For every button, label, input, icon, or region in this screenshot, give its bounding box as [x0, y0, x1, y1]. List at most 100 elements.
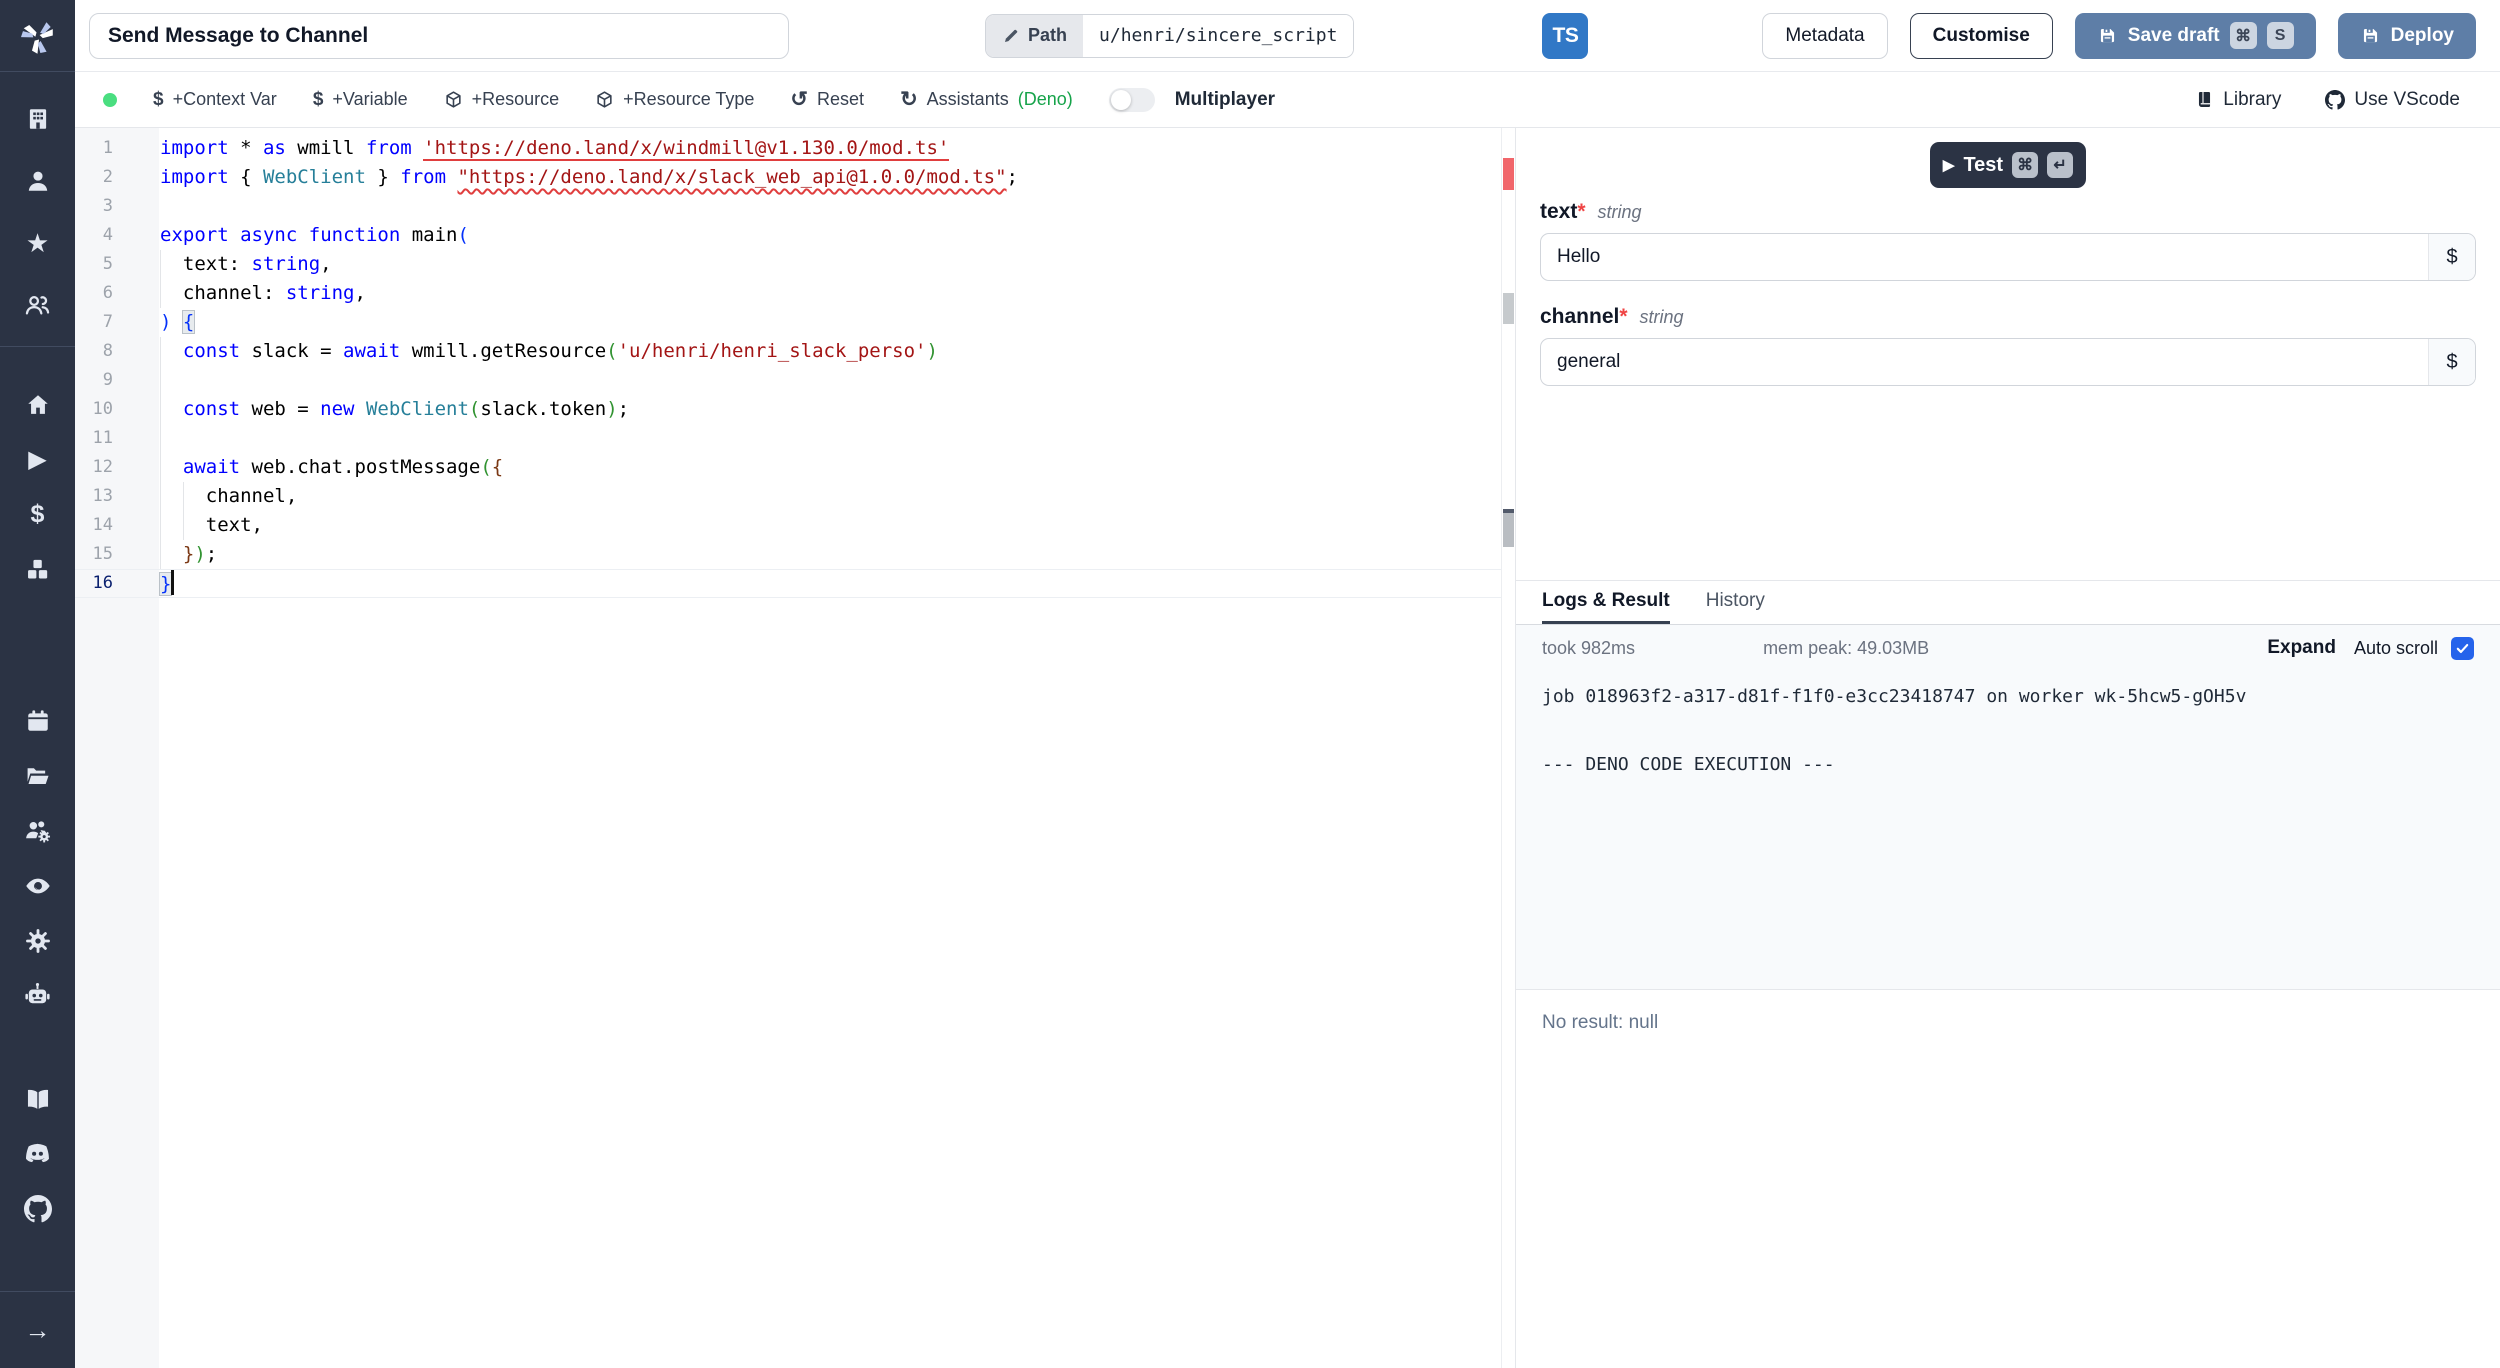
line-number: 6	[102, 283, 113, 303]
metadata-button[interactable]: Metadata	[1762, 12, 1888, 59]
sidebar-item-discord[interactable]	[0, 1126, 75, 1181]
code-line-16[interactable]: 16}	[75, 569, 1515, 598]
building-icon	[29, 109, 46, 129]
dollar-icon: $	[153, 88, 164, 110]
code-line-3[interactable]: 3	[75, 192, 1515, 221]
tab-logs-result[interactable]: Logs & Result	[1542, 581, 1670, 624]
add-variable-button[interactable]: $ +Variable	[313, 89, 408, 111]
code-line-10[interactable]: 10 const web = new WebClient(slack.token…	[75, 395, 1515, 424]
sidebar-item-folders[interactable]	[0, 748, 75, 803]
line-number: 1	[102, 138, 113, 158]
code-line-13[interactable]: 13 channel,	[75, 482, 1515, 511]
library-button[interactable]: Library	[2195, 89, 2281, 111]
reset-button[interactable]: ↺ Reset	[790, 87, 864, 112]
add-resource-label: +Resource	[471, 89, 560, 109]
sidebar-item-workspace[interactable]	[0, 88, 75, 150]
code-line-12[interactable]: 12 await web.chat.postMessage({	[75, 453, 1515, 482]
sidebar-item-workers[interactable]	[0, 803, 75, 858]
windmill-logo-icon	[20, 21, 53, 54]
sidebar-item-user[interactable]	[0, 150, 75, 212]
channel-field[interactable]	[1541, 339, 2428, 385]
autoscroll-checkbox[interactable]	[2451, 636, 2474, 660]
sidebar-item-audit-logs[interactable]	[0, 858, 75, 913]
check-icon	[2456, 643, 2469, 653]
code-editor[interactable]: 1 import * as wmill from 'https://deno.la…	[75, 128, 1515, 1368]
topbar: Path u/henri/sincere_script TS Metadata …	[75, 0, 2500, 72]
library-book-icon	[2199, 91, 2211, 108]
multiplayer-toggle[interactable]	[1108, 87, 1155, 112]
code-line-5[interactable]: 5 text: string,	[75, 250, 1515, 279]
code-line-1[interactable]: 1 import * as wmill from 'https://deno.la…	[75, 134, 1515, 163]
sidebar-group-main: ▶ $	[0, 377, 75, 597]
code-line-8[interactable]: 8 const slack = await wmill.getResource(…	[75, 337, 1515, 366]
sidebar: ★ ▶ $ →	[0, 0, 75, 1368]
code-line-7[interactable]: 7) {	[75, 308, 1515, 337]
add-context-var-button[interactable]: $ +Context Var	[153, 89, 277, 111]
sidebar-collapse[interactable]: →	[0, 1291, 75, 1368]
channel-var-picker-button[interactable]: $	[2428, 339, 2475, 385]
sidebar-item-assistants[interactable]	[0, 968, 75, 1023]
save-icon	[2363, 28, 2377, 43]
line-number: 11	[92, 428, 113, 448]
customise-button[interactable]: Customise	[1909, 12, 2053, 59]
log-output: job 018963f2-a317-d81f-f1f0-e3cc23418747…	[1516, 671, 2500, 989]
sidebar-item-settings[interactable]	[0, 913, 75, 968]
deploy-button[interactable]: Deploy	[2337, 12, 2476, 59]
line-number: 12	[92, 457, 113, 477]
test-button[interactable]: ▶ Test ⌘ ↵	[1929, 142, 2087, 188]
sidebar-item-runs[interactable]: ▶	[0, 432, 75, 487]
use-vscode-button[interactable]: Use VScode	[2325, 89, 2460, 111]
line-number: 2	[102, 167, 113, 187]
assistants-button[interactable]: ↻ Assistants (Deno)	[900, 87, 1073, 112]
line-number: 14	[92, 515, 113, 535]
folder-icon	[27, 768, 49, 784]
book-icon	[27, 1089, 48, 1109]
code-line-14[interactable]: 14 text,	[75, 511, 1515, 540]
windmill-logo[interactable]	[0, 0, 75, 72]
sidebar-item-favorites[interactable]: ★	[0, 212, 75, 274]
code-line-9[interactable]: 9	[75, 366, 1515, 395]
add-resource-type-button[interactable]: +Resource Type	[595, 89, 754, 110]
text-cursor	[171, 570, 174, 595]
text-var-picker-button[interactable]: $	[2428, 234, 2475, 280]
field-label-channel: channel * string	[1540, 305, 2476, 329]
logs-statsbar: took 982ms mem peak: 49.03MB Expand Auto…	[1516, 625, 2500, 671]
main-area: Path u/henri/sincere_script TS Metadata …	[75, 0, 2500, 1368]
script-title-input[interactable]	[89, 12, 789, 59]
code-area[interactable]: 1 import * as wmill from 'https://deno.la…	[75, 128, 1515, 598]
code-line-15[interactable]: 15 });	[75, 540, 1515, 569]
code-line-2[interactable]: 2 import { WebClient } from "https://deno…	[75, 163, 1515, 192]
path-value[interactable]: u/henri/sincere_script	[1083, 14, 1354, 57]
code-line-4[interactable]: 4 export async function main(	[75, 221, 1515, 250]
text-field[interactable]	[1541, 234, 2428, 280]
add-resource-button[interactable]: +Resource	[444, 89, 560, 110]
s-key-badge: S	[2266, 22, 2294, 49]
calendar-icon	[27, 709, 48, 731]
code-line-11[interactable]: 11	[75, 424, 1515, 453]
tab-history[interactable]: History	[1706, 581, 1765, 624]
sidebar-item-resources[interactable]	[0, 542, 75, 597]
test-label: Test	[1963, 153, 2004, 176]
code-line-6[interactable]: 6 channel: string,	[75, 279, 1515, 308]
save-draft-button[interactable]: Save draft ⌘ S	[2074, 12, 2316, 59]
scrollbar-thumb[interactable]	[1503, 293, 1514, 324]
expand-button[interactable]: Expand	[2267, 637, 2336, 659]
use-vscode-label: Use VScode	[2354, 88, 2460, 110]
editor-scrollbar[interactable]	[1501, 128, 1515, 1368]
eye-icon	[25, 878, 50, 893]
cmd-key-badge: ⌘	[2012, 152, 2039, 178]
sidebar-item-home[interactable]	[0, 377, 75, 432]
error-marker	[1503, 158, 1514, 190]
sidebar-item-docs[interactable]	[0, 1071, 75, 1126]
sidebar-item-github[interactable]	[0, 1181, 75, 1236]
sidebar-item-schedules[interactable]	[0, 693, 75, 748]
sidebar-item-variables[interactable]: $	[0, 487, 75, 542]
path-field[interactable]: Path u/henri/sincere_script	[985, 13, 1355, 58]
result-text: No result: null	[1542, 1012, 1659, 1033]
right-panel: ▶ Test ⌘ ↵ text* string $	[1515, 128, 2500, 1368]
sidebar-item-groups[interactable]	[0, 274, 75, 336]
save-draft-label: Save draft	[2127, 24, 2220, 46]
deploy-label: Deploy	[2390, 24, 2454, 46]
assistants-lang: (Deno)	[1017, 89, 1073, 109]
windmill-app: ★ ▶ $ → Send Message to Channel Path u/h…	[0, 0, 2500, 1368]
